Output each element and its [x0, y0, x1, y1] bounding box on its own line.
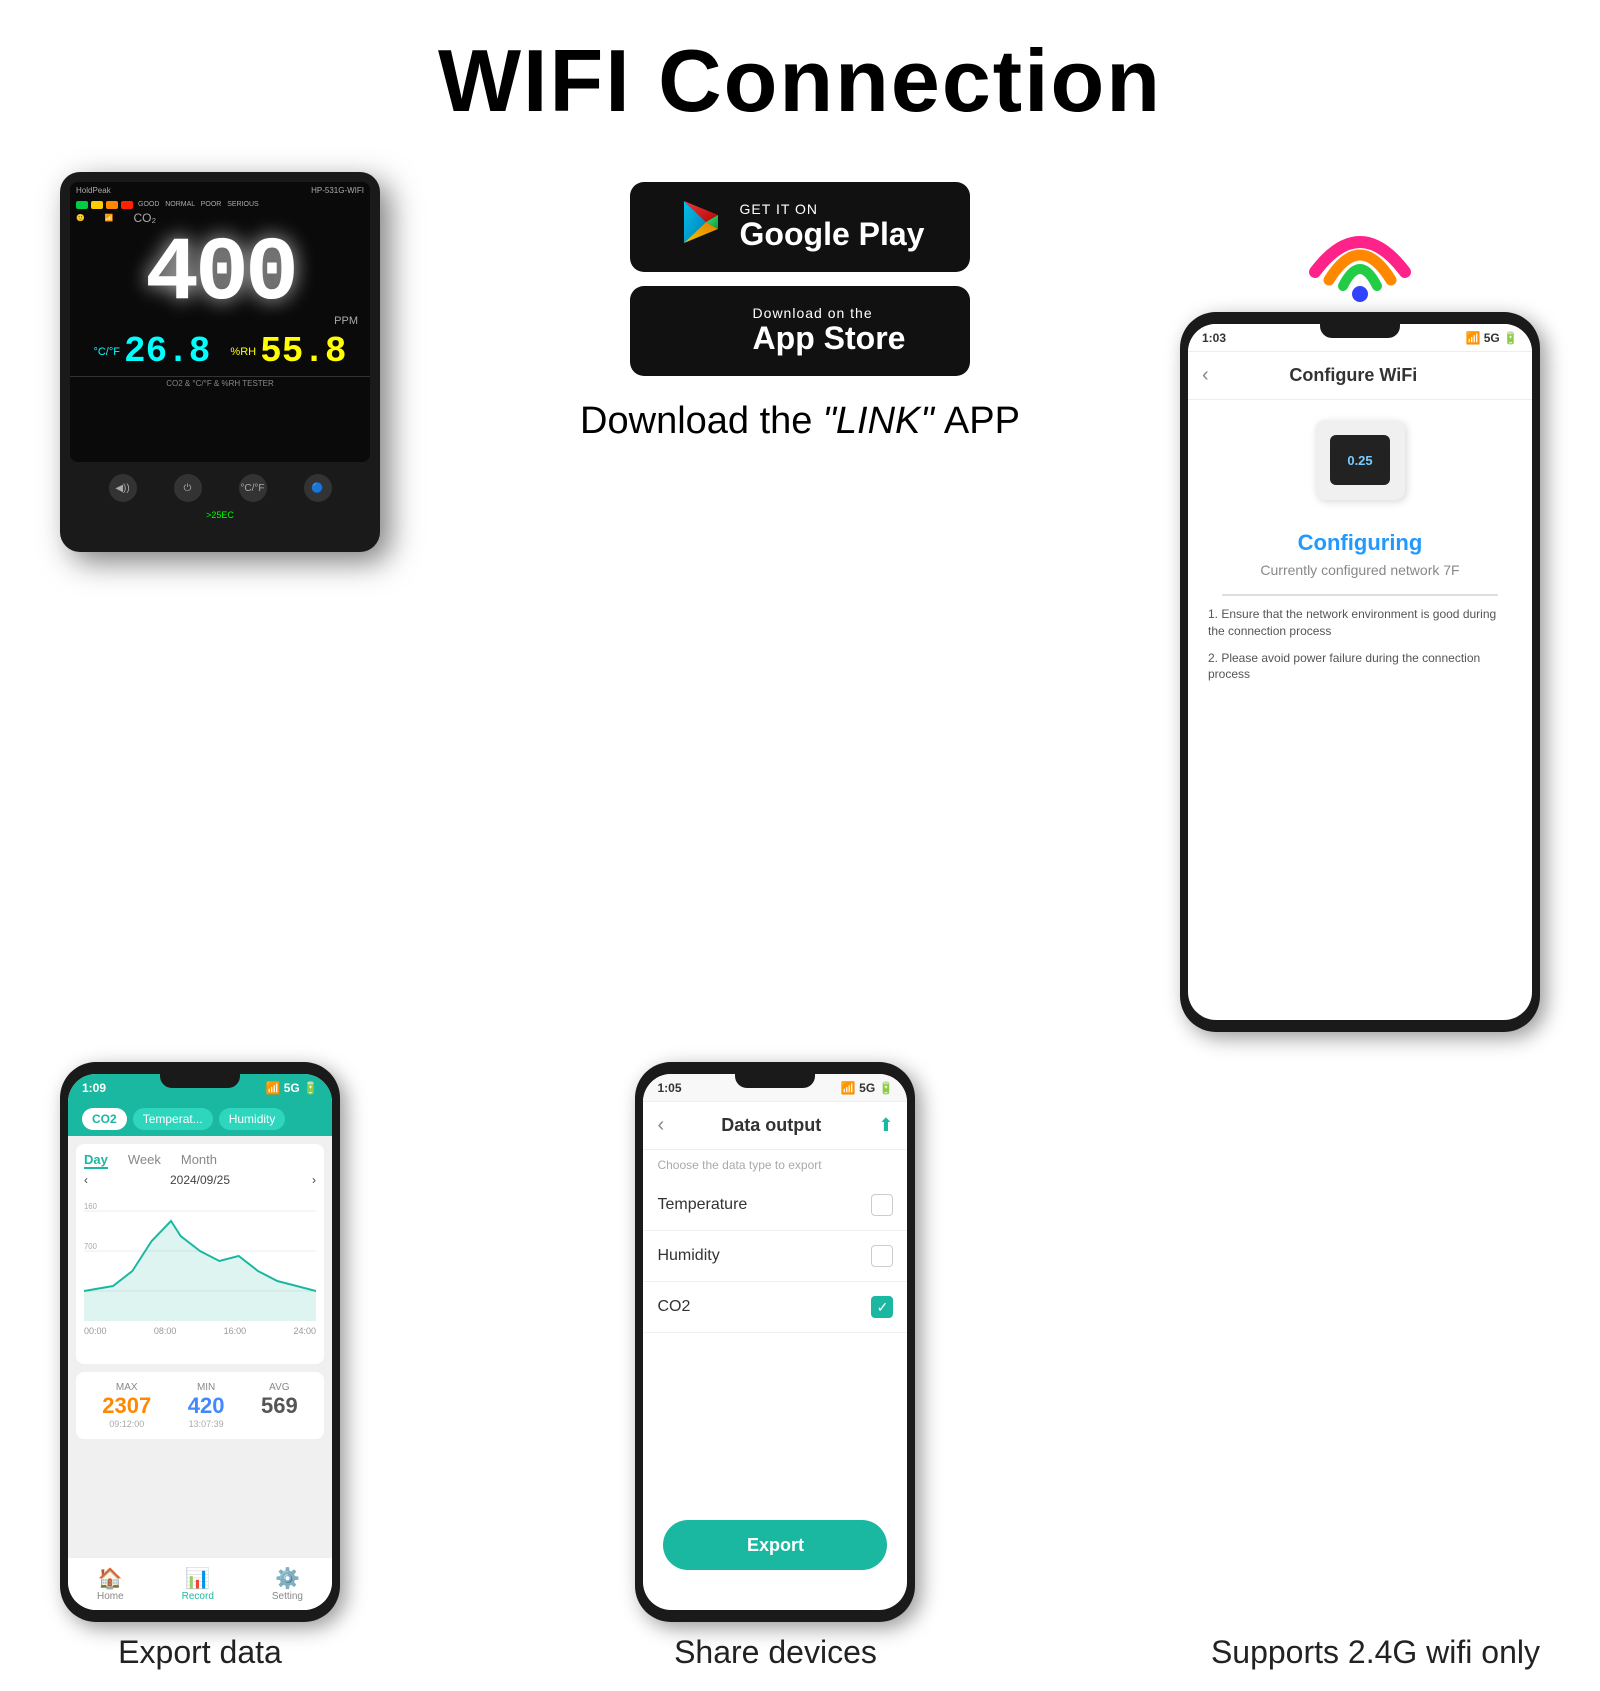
- apple-icon: [695, 304, 739, 359]
- ctrl-power[interactable]: ⏻: [174, 474, 202, 502]
- app-buttons-section: GET IT ON Google Play Download on the Ap…: [580, 182, 1020, 443]
- phone1-signal: 📶 5G 🔋: [265, 1081, 318, 1095]
- checkbox-humidity[interactable]: [871, 1245, 893, 1267]
- phone3-signal: 📶 5G 🔋: [1465, 331, 1518, 345]
- phone2-signal: 📶 5G 🔋: [841, 1081, 894, 1095]
- phone2-notch: [735, 1074, 815, 1088]
- phone1-container: 1:09 📶 5G 🔋 CO2 Temperat... Humidity Day…: [60, 1062, 340, 1671]
- configured-network: Currently configured network 7F: [1188, 562, 1532, 594]
- chart-tabs: Day Week Month: [84, 1152, 316, 1169]
- device-image: HoldPeak HP-531G-WIFI GOOD NORMAL POOR S…: [60, 162, 420, 562]
- app-text: APP: [944, 400, 1020, 443]
- co2-value: 400: [70, 225, 370, 325]
- svg-text:160: 160: [84, 1202, 98, 1211]
- phone2-header: ‹ Data output ⬆: [643, 1102, 907, 1150]
- tab-humidity[interactable]: Humidity: [219, 1108, 286, 1130]
- phone2-back-button[interactable]: ‹: [657, 1114, 664, 1137]
- phone2-container: 1:05 📶 5G 🔋 ‹ Data output ⬆ Choose the d…: [635, 1062, 915, 1671]
- option-co2: CO2 ✓: [643, 1282, 907, 1333]
- google-play-icon: [676, 197, 726, 258]
- checkbox-co2[interactable]: ✓: [871, 1296, 893, 1318]
- chart-tab-month[interactable]: Month: [181, 1152, 217, 1169]
- phone3-title: Configure WiFi: [1209, 365, 1498, 386]
- checkbox-temperature[interactable]: [871, 1194, 893, 1216]
- date-row: ‹ 2024/09/25 ›: [84, 1173, 316, 1187]
- phone1-screen: 1:09 📶 5G 🔋 CO2 Temperat... Humidity Day…: [68, 1074, 332, 1610]
- phone3-mockup: 1:03 📶 5G 🔋 ‹ Configure WiFi 0.25 Config…: [1180, 312, 1540, 1032]
- ctrl-temp[interactable]: °C/°F: [239, 474, 267, 502]
- app-store-name: App Store: [753, 321, 906, 356]
- configuring-status: Configuring: [1188, 520, 1532, 562]
- nav-record[interactable]: 📊 Record: [182, 1566, 214, 1602]
- download-text: Download the: [580, 400, 812, 443]
- chart-tab-week[interactable]: Week: [128, 1152, 161, 1169]
- stats-row: MAX 2307 09:12:00 MIN 420 13:07:39 AVG 5…: [76, 1372, 324, 1439]
- phones-section: 1:09 📶 5G 🔋 CO2 Temperat... Humidity Day…: [0, 1042, 1600, 1691]
- data-output-subtitle: Choose the data type to export: [643, 1150, 907, 1180]
- instruction-2: 2. Please avoid power failure during the…: [1208, 650, 1512, 684]
- stat-min: MIN 420 13:07:39: [188, 1382, 225, 1429]
- phone2-screen: 1:05 📶 5G 🔋 ‹ Data output ⬆ Choose the d…: [643, 1074, 907, 1610]
- caption-phone2: Share devices: [674, 1634, 877, 1671]
- prev-date-btn[interactable]: ‹: [84, 1173, 88, 1187]
- phone3-screen: 1:03 📶 5G 🔋 ‹ Configure WiFi 0.25 Config…: [1188, 324, 1532, 1020]
- phone2-title: Data output: [664, 1115, 878, 1136]
- phone3-notch: [1320, 324, 1400, 338]
- phone1-tab-row: CO2 Temperat... Humidity: [68, 1102, 332, 1136]
- caption-phone1: Export data: [118, 1634, 282, 1671]
- phone1-notch: [160, 1074, 240, 1088]
- nav-home[interactable]: 🏠 Home: [97, 1566, 124, 1602]
- device-brand: HoldPeak: [76, 186, 111, 195]
- phone1-time: 1:09: [82, 1081, 106, 1095]
- option-humidity: Humidity: [643, 1231, 907, 1282]
- ctrl-sound[interactable]: ◀)): [109, 474, 137, 502]
- option-temperature: Temperature: [643, 1180, 907, 1231]
- humid-value: 55.8: [260, 331, 346, 372]
- tab-co2[interactable]: CO2: [82, 1108, 127, 1130]
- phone1-mockup: 1:09 📶 5G 🔋 CO2 Temperat... Humidity Day…: [60, 1062, 340, 1622]
- ctrl-bluetooth[interactable]: 🔵: [304, 474, 332, 502]
- google-play-name: Google Play: [740, 217, 925, 252]
- device-bottom-text: CO2 & °C/°F & %RH TESTER: [70, 376, 370, 390]
- svg-text:700: 700: [84, 1242, 98, 1251]
- instruction-1: 1. Ensure that the network environment i…: [1208, 606, 1512, 640]
- phone3-container: Supports 2.4G wifi only: [1211, 1062, 1540, 1671]
- phone2-time: 1:05: [657, 1081, 681, 1095]
- chart-tab-day[interactable]: Day: [84, 1152, 108, 1169]
- x-labels: 00:00 08:00 16:00 24:00: [84, 1326, 316, 1336]
- mini-device-screen: 0.25: [1330, 435, 1390, 485]
- phone3-time: 1:03: [1202, 331, 1226, 345]
- wifi-icon: [1305, 202, 1415, 302]
- chart-svg: 160 700 00:00 08:00 16:00 24:00: [84, 1191, 316, 1331]
- device-model: HP-531G-WIFI: [311, 186, 364, 195]
- phone2-mockup: 1:05 📶 5G 🔋 ‹ Data output ⬆ Choose the d…: [635, 1062, 915, 1622]
- google-play-button[interactable]: GET IT ON Google Play: [630, 182, 970, 272]
- current-date: 2024/09/25: [170, 1173, 230, 1187]
- phone3-back-button[interactable]: ‹: [1202, 364, 1209, 387]
- phone3-header: ‹ Configure WiFi: [1188, 352, 1532, 400]
- upload-icon[interactable]: ⬆: [878, 1115, 893, 1136]
- app-store-button[interactable]: Download on the App Store: [630, 286, 970, 376]
- stat-max: MAX 2307 09:12:00: [102, 1382, 151, 1429]
- tab-temp[interactable]: Temperat...: [133, 1108, 213, 1130]
- bottom-nav: 🏠 Home 📊 Record ⚙️ Setting: [68, 1557, 332, 1610]
- config-instructions: 1. Ensure that the network environment i…: [1188, 596, 1532, 703]
- export-btn-area: Export: [663, 1520, 887, 1570]
- app-store-get-text: Download on the: [753, 305, 906, 321]
- chart-area: Day Week Month ‹ 2024/09/25 ›: [76, 1144, 324, 1364]
- mini-device-icon: 0.25: [1315, 420, 1405, 500]
- export-button[interactable]: Export: [663, 1520, 887, 1570]
- next-date-btn[interactable]: ›: [312, 1173, 316, 1187]
- stat-avg: AVG 569: [261, 1382, 298, 1429]
- page-title: WIFI Connection: [0, 0, 1600, 132]
- temp-value: 26.8: [124, 331, 210, 372]
- caption-phone3: Supports 2.4G wifi only: [1211, 1634, 1540, 1671]
- link-text: "LINK": [822, 400, 933, 443]
- google-play-get-text: GET IT ON: [740, 201, 925, 217]
- nav-setting[interactable]: ⚙️ Setting: [272, 1566, 303, 1602]
